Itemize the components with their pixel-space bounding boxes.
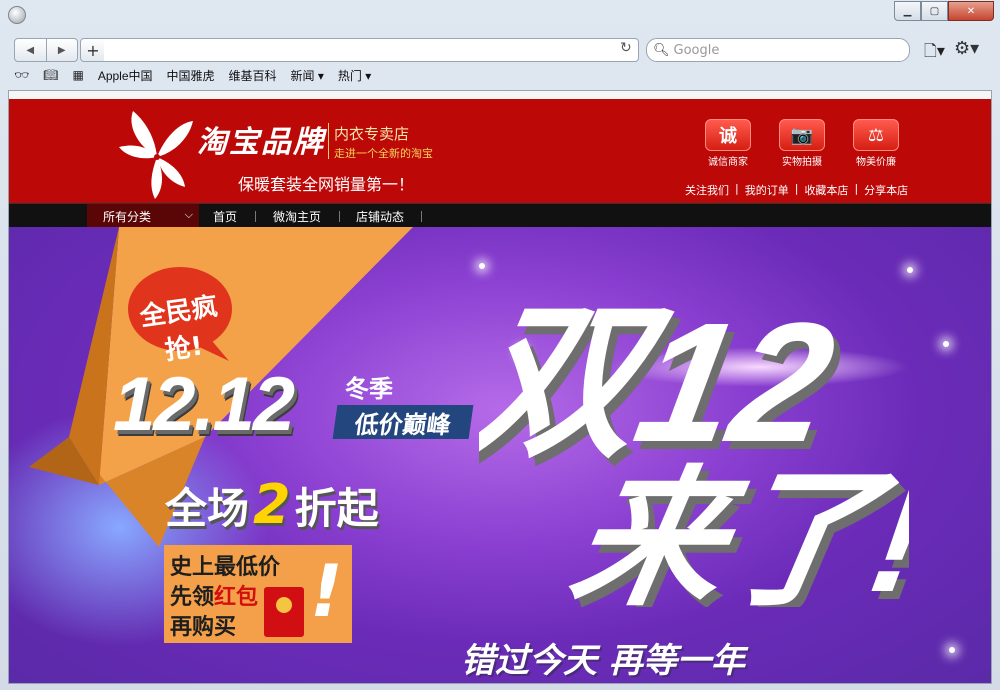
banner-bottom-slogan: 错过今天 再等一年 — [461, 641, 745, 681]
sale-post: 折起 — [294, 484, 379, 533]
gear-icon[interactable]: ⚙▾ — [954, 38, 979, 59]
red-envelope-icon — [264, 587, 304, 637]
shop-slogan: 保暖套装全网销量第一！ — [238, 175, 415, 194]
bookmark-popular[interactable]: 热门 ▾ — [338, 67, 371, 84]
badge-label: 物美价廉 — [856, 157, 896, 168]
separator: | — [794, 182, 799, 195]
promo-line-1: 史上最低价 — [170, 555, 281, 580]
logo-divider — [328, 123, 329, 159]
camera-icon: 📷 — [779, 119, 825, 151]
honesty-icon: 诚 — [705, 119, 751, 151]
nav-divider — [421, 211, 422, 222]
reading-list-icon[interactable]: 👓︎ — [14, 68, 29, 82]
window-controls: ▁ ▢ ✕ — [894, 1, 994, 21]
maximize-button[interactable]: ▢ — [921, 1, 948, 21]
scale-icon: ⚖ — [853, 119, 899, 151]
promo-line-2a: 先领 — [170, 585, 215, 610]
big-title-line-1: 双12 — [479, 288, 846, 478]
sale-pre: 全场 — [165, 484, 250, 533]
top-sites-grid-icon[interactable]: ▦ — [72, 68, 83, 82]
sale-headline: 全场2折起 — [165, 473, 379, 536]
link-my-orders[interactable]: 我的订单 — [745, 182, 789, 198]
nav-home[interactable]: 首页 — [213, 204, 237, 228]
search-icon: 🔍︎ — [653, 42, 670, 58]
nav-divider — [255, 211, 256, 222]
history-buttons: ◀ ▶ — [14, 38, 78, 62]
shop-nav-bar: 所有分类 ⌵ 首页 微淘主页 店铺动态 — [9, 203, 991, 228]
forward-icon[interactable]: ▶ — [47, 39, 78, 61]
nav-shop-news[interactable]: 店铺动态 — [356, 204, 404, 228]
bookmark-apple[interactable]: Apple中国 — [98, 67, 153, 84]
low-price-text: 低价巅峰 — [352, 410, 453, 439]
bookmark-yahoo[interactable]: 中国雅虎 — [167, 67, 215, 84]
promo-banner[interactable]: 全民疯抢! 12.12 冬季 低价巅峰 全场2折起 史上最低价 先领红包 再购买… — [9, 227, 991, 683]
banner-season: 冬季 — [345, 375, 393, 403]
browser-toolbar: ◀ ▶ + ↻ 🔍︎ Google 🗋▾ ⚙▾ — [8, 36, 992, 66]
separator: | — [854, 182, 859, 195]
coupon-promo-box[interactable]: 史上最低价 先领红包 再购买 ! — [164, 545, 352, 643]
sparkle — [949, 647, 955, 653]
browser-app-icon — [8, 6, 26, 24]
link-share-shop[interactable]: 分享本店 — [864, 182, 908, 198]
browser-window: ▁ ▢ ✕ ◀ ▶ + ↻ 🔍︎ Google 🗋▾ ⚙▾ 👓︎ 📖︎ ▦ Ap… — [0, 0, 1000, 690]
big-title-line-2: 来了! — [560, 456, 909, 607]
title-bar: ▁ ▢ ✕ — [0, 0, 1000, 28]
link-favorite-shop[interactable]: 收藏本店 — [804, 182, 848, 198]
shop-subtitle: 内衣专卖店 — [334, 125, 410, 143]
page-viewport: 淘宝品牌 内衣专卖店 走进一个全新的淘宝 保暖套装全网销量第一！ 诚 诚信商家 … — [8, 90, 992, 684]
banner-date: 12.12 — [113, 362, 295, 447]
badge-label: 实物拍摄 — [782, 157, 822, 168]
shop-top-links: 关注我们 | 我的订单 | 收藏本店 | 分享本店 — [685, 182, 908, 198]
shop-header: 淘宝品牌 内衣专卖店 走进一个全新的淘宝 保暖套装全网销量第一！ 诚 诚信商家 … — [9, 99, 991, 203]
sale-number: 2 — [253, 473, 291, 536]
close-button[interactable]: ✕ — [948, 1, 994, 21]
nav-divider — [339, 211, 340, 222]
chevron-down-icon: ⌵ — [184, 208, 193, 221]
badge-honest-merchant: 诚 诚信商家 — [691, 119, 765, 168]
search-input[interactable]: 🔍︎ Google — [646, 38, 910, 62]
badge-label: 诚信商家 — [708, 157, 748, 168]
shop-logo-text: 淘宝品牌 — [197, 125, 325, 160]
address-bar[interactable] — [104, 38, 639, 62]
exclamation-icon: ! — [310, 549, 343, 633]
bookmark-news[interactable]: 新闻 ▾ — [291, 67, 324, 84]
add-bookmark-button[interactable]: + — [80, 38, 106, 62]
badge-real-photos: 📷 实物拍摄 — [765, 119, 839, 168]
all-categories-label: 所有分类 — [103, 209, 152, 224]
sparkle — [907, 267, 913, 273]
double12-title: 双12 双12 来了! 来了! — [479, 288, 909, 607]
trust-badges: 诚 诚信商家 📷 实物拍摄 ⚖ 物美价廉 — [691, 119, 913, 168]
promo-line-3: 再购买 — [170, 615, 237, 640]
promo-line-2b: 红包 — [214, 585, 259, 610]
back-icon[interactable]: ◀ — [15, 39, 47, 61]
bubble-text: 全民疯抢! — [138, 291, 220, 367]
badge-good-value: ⚖ 物美价廉 — [839, 119, 913, 168]
shop-tagline: 走进一个全新的淘宝 — [334, 147, 433, 160]
sparkle — [943, 341, 949, 347]
bookmarks-book-icon[interactable]: 📖︎ — [43, 68, 58, 82]
bookmarks-bar: 👓︎ 📖︎ ▦ Apple中国 中国雅虎 维基百科 新闻 ▾ 热门 ▾ — [14, 66, 385, 84]
page-menu-icon[interactable]: 🗋▾ — [924, 40, 945, 67]
bookmark-wikipedia[interactable]: 维基百科 — [229, 67, 277, 84]
search-placeholder: Google — [673, 42, 720, 58]
minimize-button[interactable]: ▁ — [894, 1, 921, 21]
flower-logo-icon — [119, 111, 193, 199]
all-categories-dropdown[interactable]: 所有分类 ⌵ — [87, 204, 199, 228]
banner-low-price-tag: 低价巅峰 — [332, 405, 474, 439]
promo-line-2: 先领红包 — [170, 579, 258, 611]
link-follow-us[interactable]: 关注我们 — [685, 182, 729, 198]
separator: | — [735, 182, 739, 195]
sparkle — [479, 263, 485, 269]
nav-weitao[interactable]: 微淘主页 — [273, 204, 321, 228]
